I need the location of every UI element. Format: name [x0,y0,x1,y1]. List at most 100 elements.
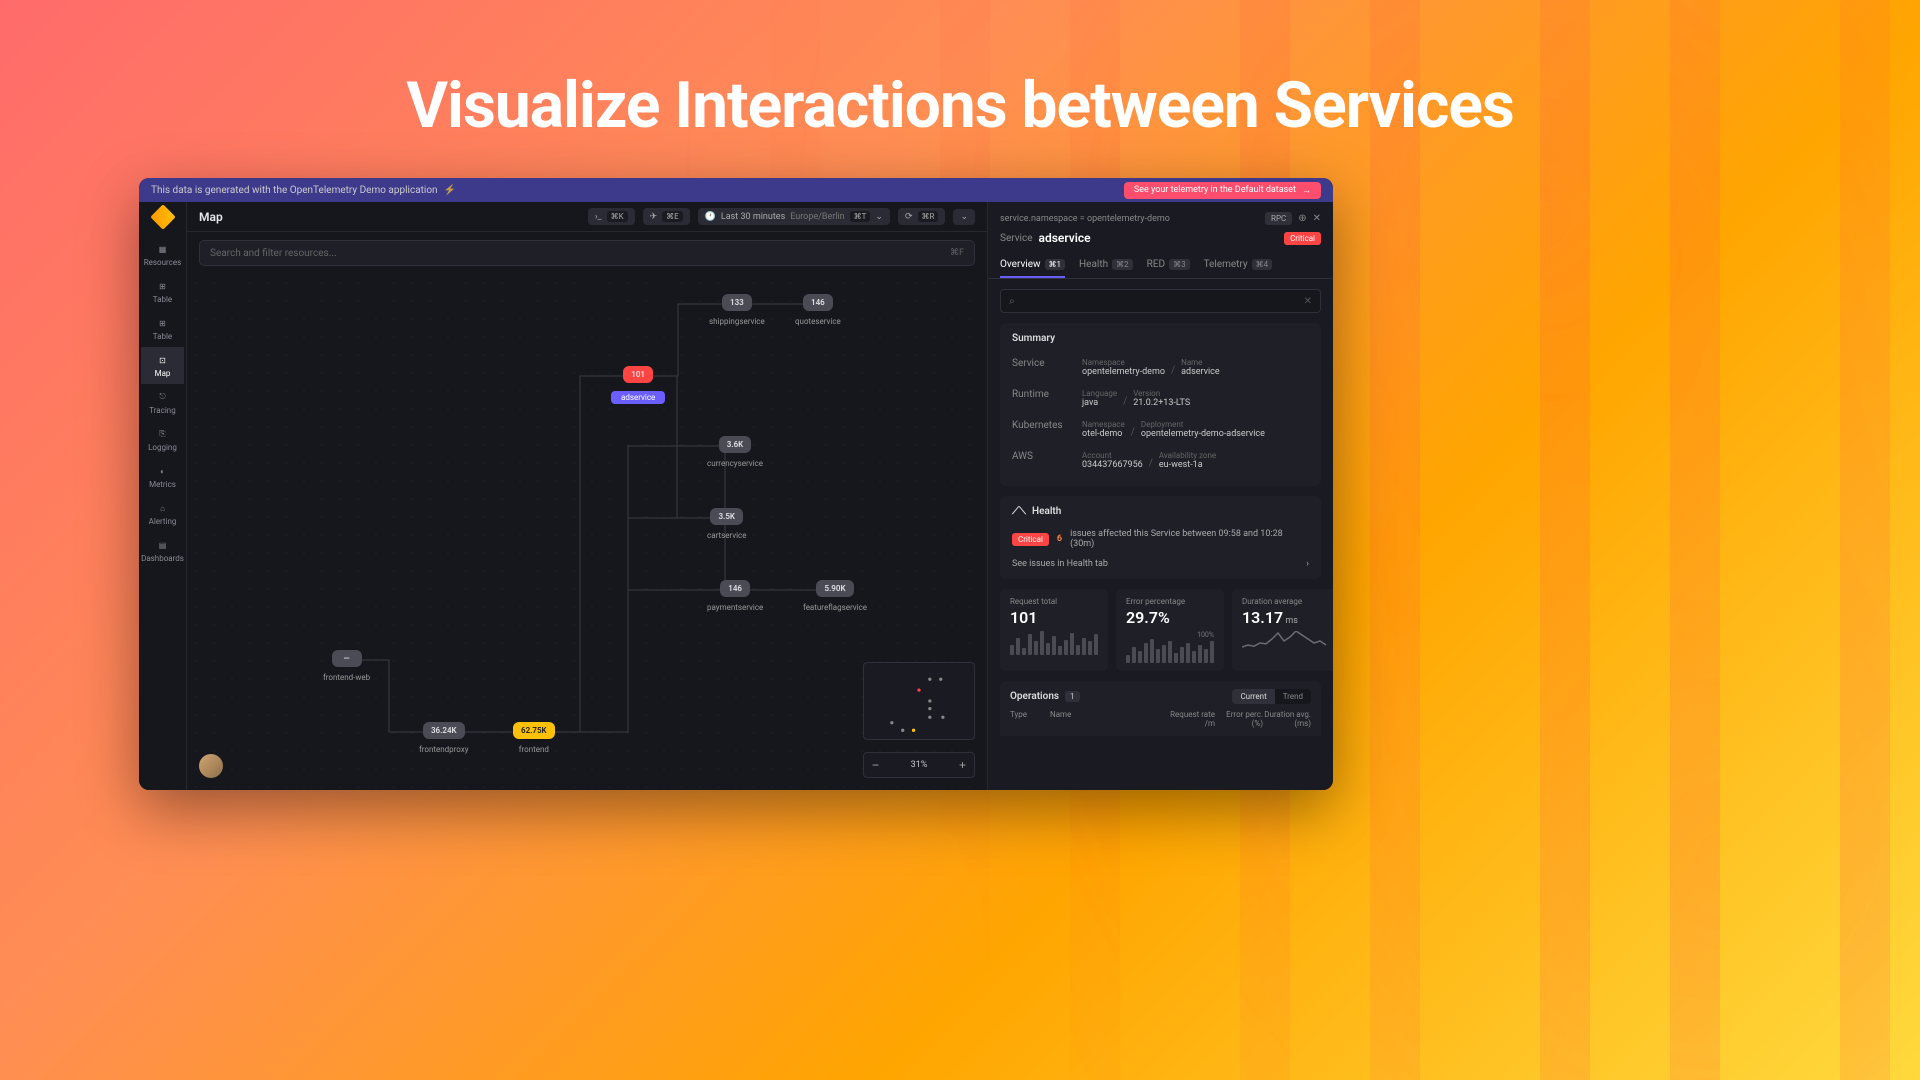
nav-item-table[interactable]: ⊞Table [141,273,184,310]
node-quote[interactable]: 146 quoteservice [795,294,841,326]
banner-text: This data is generated with the OpenTele… [151,185,438,196]
node-payment[interactable]: 146paymentservice [707,580,763,612]
summary-title: Summary [1012,333,1309,344]
summary-row: ServiceNamespaceopentelemetry-demo/Namea… [1012,352,1309,383]
zoom-control: − 31% + [863,752,975,778]
chevron-down-icon: ⌄ [960,212,968,222]
log-icon: ⎘ [155,427,169,441]
table-icon: ⊞ [155,279,169,293]
tab-red[interactable]: RED⌘3 [1147,253,1190,278]
nav-item-resources[interactable]: ▦Resources [141,236,184,273]
node-label: shippingservice [709,317,765,326]
github-icon[interactable]: ⚡ [444,185,456,196]
toggle-trend[interactable]: Trend [1275,689,1311,704]
nav-label: Map [155,369,171,378]
clock-icon: 🕐 [705,212,716,222]
rpc-chip: RPC [1265,212,1292,225]
node-frontendproxy[interactable]: 36.24Kfrontendproxy [419,722,469,754]
metric-card-request-total[interactable]: Request total101 [1000,589,1108,671]
issue-count: 6 [1057,534,1062,544]
health-tab-link[interactable]: See issues in Health tab › [1012,553,1309,569]
node-frontend[interactable]: 62.75Kfrontend [513,722,555,754]
zoom-level: 31% [911,760,928,770]
nav-item-tracing[interactable]: ⎋Tracing [141,384,184,421]
table-icon: ⊞ [155,316,169,330]
detail-panel: service.namespace = opentelemetry-demo R… [987,202,1333,790]
node-featureflag[interactable]: 5.90Kfeatureflagservice [803,580,867,612]
service-map-canvas[interactable]: 133shippingservice 146 quoteservice 101adse… [187,274,987,790]
tab-overview[interactable]: Overview⌘1 [1000,253,1065,278]
app-logo-icon[interactable] [150,204,175,229]
nav-label: Metrics [149,480,176,489]
node-label: quoteservice [795,317,841,326]
nav-label: Dashboards [141,554,184,563]
node-cart[interactable]: 3.5Kcartservice [707,508,746,540]
toolbar: Map ›_ ⌘K ✈ ⌘E 🕐 Last 30 minutes Europe/… [187,202,987,232]
tab-telemetry[interactable]: Telemetry⌘4 [1204,253,1273,278]
node-value: — [332,650,362,667]
node-value: 36.24K [423,722,465,739]
metric-card-duration-average[interactable]: Duration average13.17 ms [1232,589,1333,671]
tab-health[interactable]: Health⌘2 [1079,253,1133,278]
node-label: cartservice [707,531,746,540]
node-label: featureflagservice [803,603,867,612]
nav-item-logging[interactable]: ⎘Logging [141,421,184,458]
command-palette-button[interactable]: ›_ ⌘K [588,208,635,225]
node-label: frontend-web [323,673,370,682]
share-button[interactable]: ✈ ⌘E [643,208,690,225]
service-name: adservice [1039,231,1279,245]
summary-row: KubernetesNamespaceotel-demo/Deploymento… [1012,414,1309,445]
nav-item-map[interactable]: ⊡Map [141,347,184,384]
left-nav: ▦Resources⊞Table⊞Table⊡Map⎋Tracing⎘Loggi… [139,202,187,790]
zoom-in-button[interactable]: + [959,758,966,772]
node-shipping[interactable]: 133shippingservice [709,294,765,326]
panel-breadcrumb: service.namespace = opentelemetry-demo [1000,214,1259,224]
operations-title: Operations [1010,691,1059,702]
grid-icon: ▦ [155,242,169,256]
panel-search-input[interactable]: ⌕ ✕ [1000,289,1321,313]
status-badge: Critical [1284,232,1321,245]
col-header: Request rate /m [1167,710,1215,728]
page-title: Map [199,210,223,224]
user-avatar[interactable] [199,754,223,778]
minimap[interactable] [863,662,975,740]
node-value: 146 [803,294,833,311]
health-section: ⟋⟍ Health Critical 6 issues affected thi… [1000,496,1321,579]
toggle-current[interactable]: Current [1232,689,1274,704]
close-icon[interactable]: ✕ [1313,213,1321,224]
time-range-picker[interactable]: 🕐 Last 30 minutes Europe/Berlin ⌘T ⌄ [698,208,890,225]
refresh-button[interactable]: ⟳ ⌘R [898,208,945,225]
node-value: 146 [720,580,750,597]
metric-card-error-percentage[interactable]: Error percentage29.7% 100% [1116,589,1224,671]
search-placeholder: Search and filter resources... [210,248,337,259]
nav-label: Alerting [149,517,177,526]
operations-toggle[interactable]: CurrentTrend [1232,689,1311,704]
nav-item-table[interactable]: ⊞Table [141,310,184,347]
chevron-down-icon: ⌄ [875,212,883,222]
nav-item-metrics[interactable]: ◐ Metrics [141,458,184,495]
refresh-dropdown[interactable]: ⌄ [953,209,975,225]
terminal-icon: ›_ [595,212,602,222]
panel-tabs: Overview⌘1 Health⌘2 RED⌘3 Telemetry⌘4 [988,253,1333,279]
nav-label: Tracing [149,406,175,415]
zoom-out-button[interactable]: − [872,758,879,772]
target-icon[interactable]: ⊕ [1298,213,1306,224]
node-ad[interactable]: 101adservice [611,366,665,404]
service-label: Service [1000,233,1033,244]
summary-row: AWSAccount034437667956/Availability zone… [1012,445,1309,476]
operations-section: Operations 1 CurrentTrend TypeNameReques… [1000,681,1321,736]
search-icon: ⌕ [1009,296,1015,307]
demo-banner: This data is generated with the OpenTele… [139,178,1333,202]
nav-item-dashboards[interactable]: ▤Dashboards [141,532,184,569]
summary-row: RuntimeLanguagejava/Version21.0.2+13-LTS [1012,383,1309,414]
node-currency[interactable]: 3.6Kcurrencyservice [707,436,763,468]
nav-item-alerting[interactable]: ⌂Alerting [141,495,184,532]
health-message: issues affected this Service between 09:… [1070,529,1309,549]
search-input[interactable]: Search and filter resources... ⌘F [199,240,975,266]
gauge-icon: ◐ [155,464,169,478]
node-value: 62.75K [513,722,555,739]
clear-icon[interactable]: ✕ [1304,296,1312,307]
banner-cta-button[interactable]: See your telemetry in the Default datase… [1124,182,1321,199]
node-frontendweb[interactable]: — frontend-web [323,650,370,682]
page-headline: Visualize Interactions between Services [0,68,1920,143]
